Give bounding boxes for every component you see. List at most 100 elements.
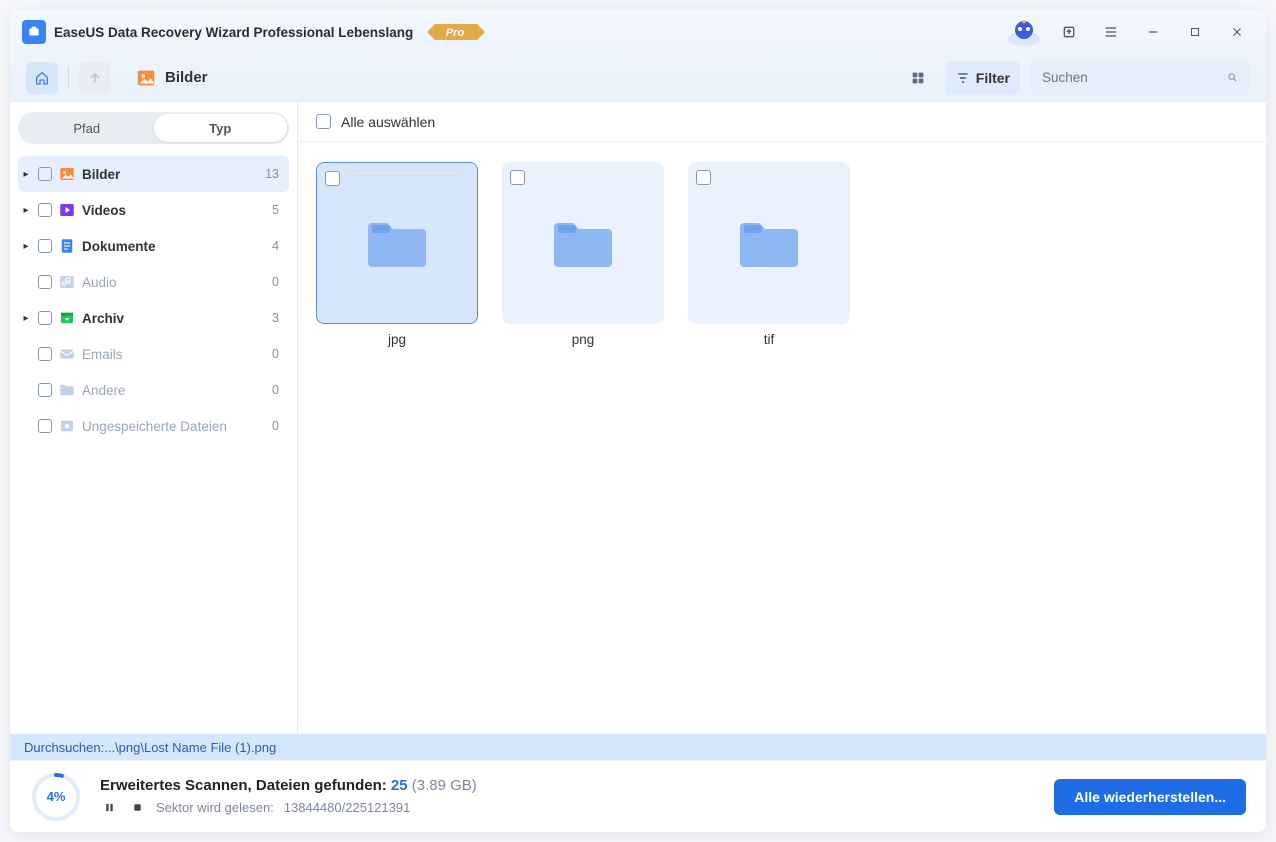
sidebar-item-videos[interactable]: ▸ Videos 5 [18, 192, 289, 228]
tab-path[interactable]: Pfad [20, 114, 154, 142]
up-button[interactable] [79, 62, 111, 94]
status-strip: Durchsuchen: ...\png\Lost Name File (1).… [10, 734, 1266, 760]
item-label: Andere [82, 383, 126, 398]
item-checkbox[interactable] [38, 347, 52, 361]
unsaved-icon [58, 417, 76, 435]
user-avatar[interactable] [1004, 17, 1044, 47]
video-icon [58, 201, 76, 219]
item-count: 3 [272, 311, 283, 325]
folder-name: jpg [388, 332, 406, 347]
image-icon [135, 67, 157, 89]
minimize-button[interactable] [1136, 18, 1170, 46]
item-count: 5 [272, 203, 283, 217]
close-button[interactable] [1220, 18, 1254, 46]
folder-grid: jpg png tif [298, 142, 1266, 734]
item-checkbox[interactable] [38, 311, 52, 325]
share-button[interactable] [1052, 18, 1086, 46]
progress-percent: 4% [30, 771, 82, 823]
folder-card-tif[interactable]: tif [688, 162, 850, 347]
item-label: Dokumente [82, 239, 156, 254]
tab-type[interactable]: Typ [154, 114, 288, 142]
progress-ring: 4% [30, 771, 82, 823]
restore-all-button[interactable]: Alle wiederherstellen... [1054, 779, 1246, 815]
app-icon [22, 20, 46, 44]
expand-arrow-icon[interactable]: ▸ [20, 205, 32, 216]
sidebar-item-dokumente[interactable]: ▸ Dokumente 4 [18, 228, 289, 264]
item-count: 4 [272, 239, 283, 253]
filter-button[interactable]: Filter [946, 61, 1020, 95]
archive-icon [58, 309, 76, 327]
item-label: Bilder [82, 167, 120, 182]
select-all-row: Alle auswählen [298, 102, 1266, 142]
main-panel: Alle auswählen jpg png tif [298, 102, 1266, 734]
svg-text:Pro: Pro [446, 27, 465, 39]
folder-card-jpg[interactable]: jpg [316, 162, 478, 347]
item-count: 13 [265, 167, 283, 181]
maximize-button[interactable] [1178, 18, 1212, 46]
select-all-label: Alle auswählen [341, 114, 435, 130]
image-icon [58, 165, 76, 183]
toolbar: Bilder Filter [10, 54, 1266, 102]
folder-checkbox[interactable] [510, 170, 525, 185]
item-checkbox[interactable] [38, 203, 52, 217]
select-all-checkbox[interactable] [316, 114, 331, 129]
sidebar-item-audio[interactable]: Audio 0 [18, 264, 289, 300]
search-input[interactable] [1042, 70, 1219, 85]
breadcrumb-label: Bilder [165, 69, 208, 86]
grid-view-button[interactable] [900, 61, 936, 95]
folder-icon [548, 215, 618, 271]
folder-thumb [688, 162, 850, 324]
pro-badge: Pro [427, 22, 485, 42]
mail-icon [58, 345, 76, 363]
expand-arrow-icon[interactable]: ▸ [20, 241, 32, 252]
titlebar: EaseUS Data Recovery Wizard Professional… [10, 10, 1266, 54]
item-checkbox[interactable] [38, 275, 52, 289]
sidebar-tabs: Pfad Typ [18, 112, 289, 144]
folder-thumb [316, 162, 478, 324]
search-icon [1227, 70, 1238, 85]
folder-icon [362, 215, 432, 271]
sidebar-item-ungespeicherte dateien[interactable]: Ungespeicherte Dateien 0 [18, 408, 289, 444]
category-tree: ▸ Bilder 13▸ Videos 5▸ Dokumente 4 Audio… [18, 156, 289, 444]
folder-icon [734, 215, 804, 271]
footer: 4% Erweitertes Scannen, Dateien gefunden… [10, 760, 1266, 832]
sidebar-item-andere[interactable]: Andere 0 [18, 372, 289, 408]
search-box[interactable] [1030, 61, 1250, 95]
scan-summary: Erweitertes Scannen, Dateien gefunden: 2… [100, 777, 477, 794]
app-window: EaseUS Data Recovery Wizard Professional… [10, 10, 1266, 832]
audio-icon [58, 273, 76, 291]
sidebar: Pfad Typ ▸ Bilder 13▸ Videos 5▸ Dokument… [10, 102, 298, 734]
item-checkbox[interactable] [38, 167, 52, 181]
item-count: 0 [272, 419, 283, 433]
sidebar-item-bilder[interactable]: ▸ Bilder 13 [18, 156, 289, 192]
folder-checkbox[interactable] [325, 171, 340, 186]
item-checkbox[interactable] [38, 419, 52, 433]
folder-checkbox[interactable] [696, 170, 711, 185]
home-button[interactable] [26, 62, 58, 94]
item-checkbox[interactable] [38, 383, 52, 397]
item-label: Videos [82, 203, 126, 218]
item-count: 0 [272, 383, 283, 397]
expand-arrow-icon[interactable]: ▸ [20, 169, 32, 180]
folder-name: png [572, 332, 595, 347]
pause-button[interactable] [100, 798, 118, 816]
doc-icon [58, 237, 76, 255]
sidebar-item-archiv[interactable]: ▸ Archiv 3 [18, 300, 289, 336]
item-checkbox[interactable] [38, 239, 52, 253]
folder-icon [58, 381, 76, 399]
folder-card-png[interactable]: png [502, 162, 664, 347]
item-label: Ungespeicherte Dateien [82, 419, 227, 434]
item-label: Audio [82, 275, 117, 290]
item-count: 0 [272, 347, 283, 361]
folder-thumb [502, 162, 664, 324]
sector-value: 13844480/225121391 [284, 800, 411, 815]
stop-button[interactable] [128, 798, 146, 816]
sector-label: Sektor wird gelesen: [156, 800, 274, 815]
menu-button[interactable] [1094, 18, 1128, 46]
app-title: EaseUS Data Recovery Wizard Professional… [54, 25, 413, 40]
status-path: ...\png\Lost Name File (1).png [104, 740, 276, 755]
expand-arrow-icon[interactable]: ▸ [20, 313, 32, 324]
item-label: Emails [82, 347, 123, 362]
item-count: 0 [272, 275, 283, 289]
sidebar-item-emails[interactable]: Emails 0 [18, 336, 289, 372]
